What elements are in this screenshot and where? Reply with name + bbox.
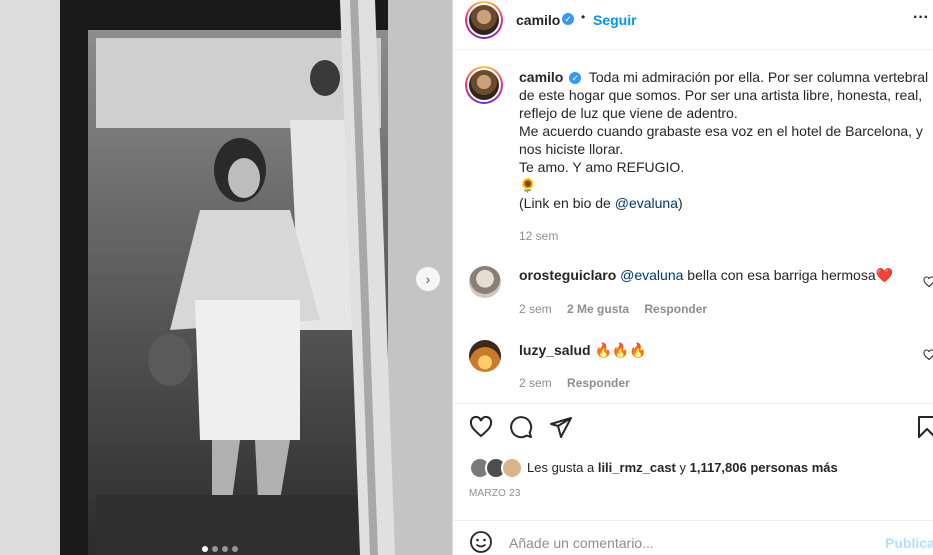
follow-button[interactable]: Seguir — [593, 12, 637, 28]
comment-meta: 2 sem 2 Me gusta Responder — [519, 302, 707, 316]
caption-line: Toda mi admiración por ella. Por ser col… — [588, 69, 929, 85]
post-date[interactable]: MARZO 23 — [469, 488, 521, 499]
caption-timestamp[interactable]: 12 sem — [519, 229, 558, 243]
verified-badge-icon: ✓ — [562, 13, 574, 25]
caption-mention-link[interactable]: @evaluna — [615, 195, 678, 211]
emoji-icon[interactable] — [469, 530, 493, 554]
comment-bar: Añade un comentario... Publicar — [453, 520, 933, 555]
carousel-next-button[interactable]: › — [416, 267, 440, 291]
comment-body: luzy_salud 🔥🔥🔥 — [519, 341, 919, 359]
post-header: camilo ✓ • Seguir ··· — [453, 0, 933, 50]
carousel-dot — [232, 546, 238, 552]
likes-middle: y — [675, 460, 690, 475]
verified-badge-icon: ✓ — [569, 72, 582, 85]
comment-reply-button[interactable]: Responder — [567, 376, 630, 390]
caption-line: Me acuerdo cuando grabaste esa voz en el… — [519, 123, 923, 139]
comment-meta: 2 sem Responder — [519, 376, 630, 390]
save-bookmark-icon[interactable] — [915, 415, 933, 439]
publish-button[interactable]: Publicar — [885, 535, 933, 551]
post-side-panel: camilo ✓ • Seguir ··· camilo ✓ Toda mi a… — [452, 0, 933, 555]
comment-username[interactable]: orosteguiclaro — [519, 267, 616, 283]
comment-timestamp[interactable]: 2 sem — [519, 302, 552, 316]
carousel-dot-active — [202, 546, 208, 552]
comment-body: orosteguiclaro @evaluna bella con esa ba… — [519, 266, 919, 284]
more-options-icon[interactable]: ··· — [913, 9, 929, 27]
share-send-icon[interactable] — [549, 415, 573, 439]
carousel-dot — [212, 546, 218, 552]
likes-summary: Les gusta a lili_rmz_cast y 1,117,806 pe… — [527, 460, 838, 475]
comment-username[interactable]: luzy_salud — [519, 342, 591, 358]
comment-reply-button[interactable]: Responder — [644, 302, 707, 316]
caption-line: Te amo. Y amo REFUGIO. — [519, 159, 685, 175]
likes-count-link[interactable]: 1,117,806 personas más — [690, 460, 838, 475]
caption-link-prefix: (Link en bio de — [519, 195, 615, 211]
carousel-dots — [202, 546, 238, 552]
chevron-right-icon: › — [425, 271, 431, 287]
comment-like-count[interactable]: 2 Me gusta — [567, 302, 629, 316]
comment-like-heart-icon[interactable] — [923, 349, 933, 361]
caption-line: de este hogar que somos. Por ser una art… — [519, 87, 923, 103]
likes-user-link[interactable]: lili_rmz_cast — [598, 460, 676, 475]
like-heart-icon[interactable] — [469, 415, 493, 439]
likes-prefix: Les gusta a — [527, 460, 598, 475]
post-photo — [0, 0, 452, 555]
caption-line: nos hiciste llorar. — [519, 141, 624, 157]
heart-emoji: ❤️ — [875, 267, 894, 283]
comment-text: 🔥🔥🔥 — [594, 342, 647, 358]
carousel-dot — [222, 546, 228, 552]
author-username[interactable]: camilo — [516, 12, 560, 28]
post-caption: camilo ✓ Toda mi admiración por ella. Po… — [519, 68, 929, 212]
caption-link-suffix: ) — [678, 195, 683, 211]
caption-line: reflejo de luz que viene de adentro. — [519, 105, 738, 121]
author-avatar[interactable] — [465, 1, 503, 39]
caption-author-avatar[interactable] — [465, 66, 503, 104]
caption-author-username[interactable]: camilo — [519, 69, 563, 85]
comment-like-heart-icon[interactable] — [923, 276, 933, 288]
comment-text: bella con esa barriga hermosa — [683, 267, 876, 283]
sunflower-emoji: 🌻 — [519, 177, 537, 193]
comment-icon[interactable] — [509, 415, 533, 439]
comment-input[interactable]: Añade un comentario... — [509, 535, 654, 551]
comment-avatar[interactable] — [469, 266, 501, 298]
header-separator: • — [581, 10, 586, 24]
comment-avatar[interactable] — [469, 340, 501, 372]
comment-mention-link[interactable]: @evaluna — [620, 267, 683, 283]
actions-divider — [453, 403, 933, 404]
liker-avatar — [501, 457, 523, 479]
post-image[interactable]: › — [0, 0, 452, 555]
comment-timestamp[interactable]: 2 sem — [519, 376, 552, 390]
